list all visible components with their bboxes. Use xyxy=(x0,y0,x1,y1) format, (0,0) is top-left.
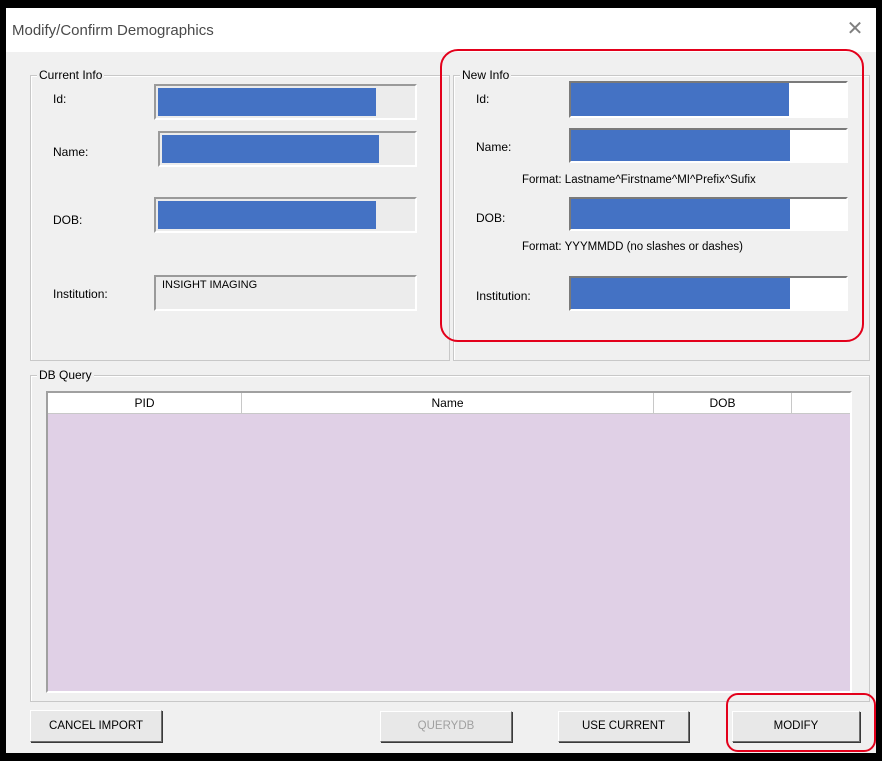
window-title: Modify/Confirm Demographics xyxy=(12,22,214,39)
column-header-dob[interactable]: DOB xyxy=(654,393,792,413)
redacted-value xyxy=(162,135,379,163)
new-info-highlight xyxy=(440,49,864,342)
current-name-label: Name: xyxy=(53,145,89,159)
cancel-import-button[interactable]: CANCEL IMPORT xyxy=(30,710,162,742)
close-icon[interactable]: ✕ xyxy=(844,18,866,40)
db-query-grid[interactable]: PID Name DOB xyxy=(46,391,852,693)
current-dob-field[interactable] xyxy=(154,197,417,233)
db-query-legend: DB Query xyxy=(37,368,94,382)
current-name-field[interactable] xyxy=(158,131,417,167)
column-header-pid[interactable]: PID xyxy=(48,393,242,413)
current-institution-field[interactable]: INSIGHT IMAGING xyxy=(154,275,417,311)
current-dob-label: DOB: xyxy=(53,213,83,227)
column-header-name[interactable]: Name xyxy=(242,393,654,413)
current-institution-value: INSIGHT IMAGING xyxy=(162,279,258,291)
current-info-legend: Current Info xyxy=(37,68,105,82)
current-institution-label: Institution: xyxy=(53,287,108,301)
redacted-value xyxy=(158,88,376,116)
use-current-button[interactable]: USE CURRENT xyxy=(558,711,689,742)
redacted-value xyxy=(158,201,376,229)
current-id-label: Id: xyxy=(53,92,67,106)
demographics-dialog: Modify/Confirm Demographics ✕ Current In… xyxy=(6,8,876,753)
current-id-field[interactable] xyxy=(154,84,417,120)
grid-header: PID Name DOB xyxy=(48,393,850,414)
modify-highlight xyxy=(726,693,876,752)
title-bar: Modify/Confirm Demographics ✕ xyxy=(6,8,876,52)
querydb-button[interactable]: QUERYDB xyxy=(380,711,512,742)
